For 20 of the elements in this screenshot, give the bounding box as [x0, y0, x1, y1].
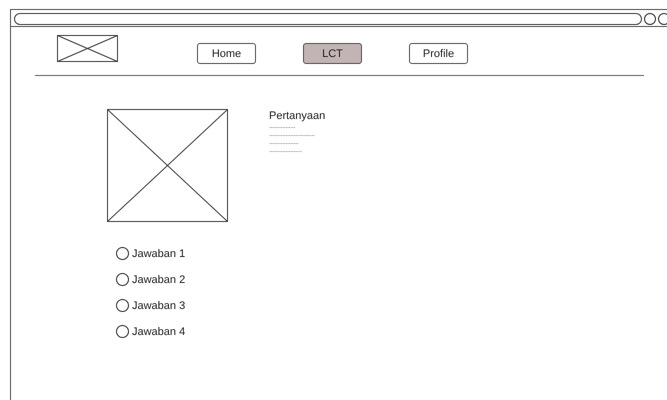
answer-option[interactable]: Jawaban 2 [116, 272, 228, 287]
placeholder-text: ............................ [269, 130, 316, 138]
nav-button[interactable]: LCT [303, 43, 362, 64]
radio-button[interactable] [116, 247, 129, 260]
radio-button[interactable] [116, 299, 129, 312]
nav-button[interactable]: Home [197, 43, 256, 64]
placeholder-text: .................... [269, 146, 302, 154]
answer-option[interactable]: Jawaban 4 [116, 324, 228, 339]
radio-button[interactable] [116, 325, 129, 338]
answer-option[interactable]: Jawaban 1 [116, 246, 228, 261]
placeholder-text: ................ [269, 122, 295, 130]
address-bar[interactable] [14, 13, 642, 25]
logo-placeholder-icon [57, 34, 118, 62]
window-controls-icon[interactable] [643, 12, 667, 26]
placeholder-text: .................. [269, 138, 300, 146]
radio-button[interactable] [116, 273, 129, 286]
answer-option[interactable]: Jawaban 3 [116, 298, 228, 313]
image-placeholder-icon [107, 109, 228, 222]
question-title: Pertanyaan [269, 110, 326, 122]
nav-button[interactable]: Profile [409, 43, 468, 64]
